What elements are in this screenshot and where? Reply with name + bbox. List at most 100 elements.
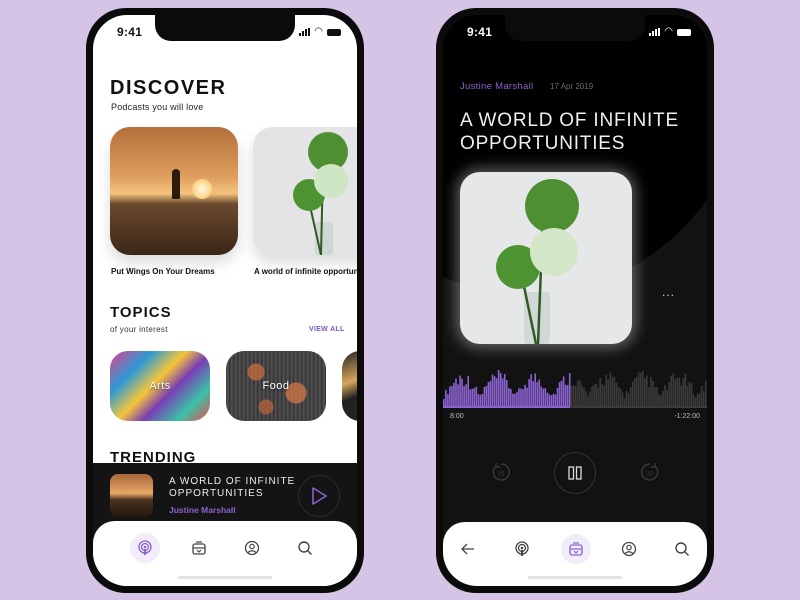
waveform-bar: [512, 393, 514, 406]
waveform-bar: [475, 386, 478, 406]
waveform-bar: [686, 386, 689, 406]
tab-profile[interactable]: [237, 533, 267, 563]
waveform-bar: [583, 387, 585, 406]
waveform-bar: [540, 386, 543, 406]
waveform-bar: [637, 372, 640, 406]
waveform-scrubber[interactable]: [443, 370, 707, 406]
waveform-bar: [562, 376, 565, 406]
wifi-icon: ◠: [664, 26, 673, 37]
waveform-bar: [682, 377, 685, 406]
waveform-bar: [609, 372, 612, 406]
waveform-bar: [518, 388, 520, 406]
waveform-bar: [467, 376, 469, 406]
waveform-bar: [479, 394, 482, 406]
discover-screen: 9:41 ◠ DISCOVER Podcasts you will love P…: [93, 15, 357, 586]
status-time: 9:41: [467, 25, 493, 39]
phone-player: 9:41 ◠ Justine Marshall 17 Apr 2019 A WO…: [436, 8, 714, 593]
waveform-bar: [704, 380, 707, 406]
sun-image-detail: [192, 179, 212, 199]
notch: [155, 15, 295, 41]
home-indicator: [178, 576, 272, 579]
waveform-bar: [619, 388, 622, 406]
waveform-bar: [696, 393, 699, 406]
play-button[interactable]: [298, 475, 340, 517]
waveform-bar: [627, 393, 630, 406]
tab-profile[interactable]: [614, 534, 644, 564]
waveform-bar: [459, 375, 461, 406]
remaining-time: -1:22:00: [674, 413, 700, 420]
waveform-bar: [550, 395, 553, 406]
waveform-bar: [650, 376, 652, 406]
tab-library[interactable]: [184, 533, 214, 563]
view-all-link[interactable]: VIEW ALL: [309, 326, 345, 333]
more-options-button[interactable]: ...: [662, 285, 675, 299]
podcast-card-sunset[interactable]: [110, 127, 238, 255]
tab-search[interactable]: [290, 533, 320, 563]
waveform-bar: [575, 386, 577, 406]
topic-food[interactable]: Food: [226, 351, 326, 421]
waveform-bar: [510, 389, 512, 406]
waveform-bar: [597, 387, 599, 406]
library-icon: [192, 541, 206, 555]
podcast-card-flowers[interactable]: [253, 127, 357, 255]
waveform-bar: [516, 391, 518, 406]
waveform-bar: [445, 389, 447, 406]
search-icon: [298, 541, 312, 555]
rewind-button[interactable]: 15: [490, 461, 512, 483]
waveform-bar: [495, 378, 498, 406]
waveform-bar: [534, 373, 536, 406]
podcast-card-title[interactable]: Put Wings On Your Dreams: [111, 267, 215, 276]
progress-bar[interactable]: [443, 406, 707, 408]
waveform-bar: [471, 388, 474, 406]
discover-title: DISCOVER: [110, 77, 227, 99]
waveform-bar: [702, 391, 705, 406]
episode-author[interactable]: Justine Marshall: [460, 81, 533, 92]
waveform-bar: [536, 382, 539, 406]
waveform-bar: [639, 372, 642, 406]
waveform-bar: [672, 373, 675, 406]
pause-button[interactable]: [554, 452, 596, 494]
mini-player-title: A WORLD OF INFINITE OPPORTUNITIES: [169, 476, 296, 499]
waveform-bar: [560, 380, 563, 406]
waveform-bar: [593, 384, 595, 406]
podcast-card-title[interactable]: A world of infinite opportun: [254, 267, 357, 276]
waveform-bar: [556, 388, 559, 406]
waveform-bar: [670, 375, 673, 406]
waveform-bar: [591, 386, 593, 406]
forward-button[interactable]: 30: [639, 461, 661, 483]
waveform-bar: [631, 381, 634, 406]
waveform-bar: [654, 387, 656, 406]
tab-search[interactable]: [667, 534, 697, 564]
tab-bar: [443, 522, 707, 586]
waveform-bar: [554, 394, 557, 406]
status-time: 9:41: [117, 25, 143, 39]
waveform-bar: [629, 386, 632, 406]
waveform-bar: [564, 384, 567, 406]
waveform-bar: [572, 385, 575, 406]
search-icon: [675, 542, 689, 556]
waveform-bar: [579, 380, 581, 406]
waveform-bar: [532, 381, 534, 406]
tab-podcasts[interactable]: [130, 533, 160, 563]
topic-partial[interactable]: [342, 351, 357, 421]
waveform-bar: [469, 389, 472, 406]
waveform-bar: [522, 389, 524, 406]
waveform-bar: [625, 390, 628, 406]
battery-icon: [677, 28, 691, 36]
waveform-bar: [477, 394, 480, 406]
waveform-bar: [538, 379, 541, 406]
tab-back[interactable]: [453, 534, 483, 564]
rewind-seconds: 15: [498, 472, 505, 478]
waveform-bar: [524, 384, 526, 406]
tab-library[interactable]: [561, 534, 591, 564]
rewind-15-icon: 15: [492, 463, 510, 481]
tab-podcasts[interactable]: [507, 534, 537, 564]
forward-30-icon: 30: [641, 463, 659, 481]
waveform-bar: [546, 392, 549, 406]
home-indicator: [528, 576, 622, 579]
waveform-bar: [617, 386, 620, 406]
waveform-bar: [603, 385, 606, 406]
topic-arts[interactable]: Arts: [110, 351, 210, 421]
waveform-bar: [449, 386, 451, 406]
waveform-bar: [601, 384, 604, 406]
